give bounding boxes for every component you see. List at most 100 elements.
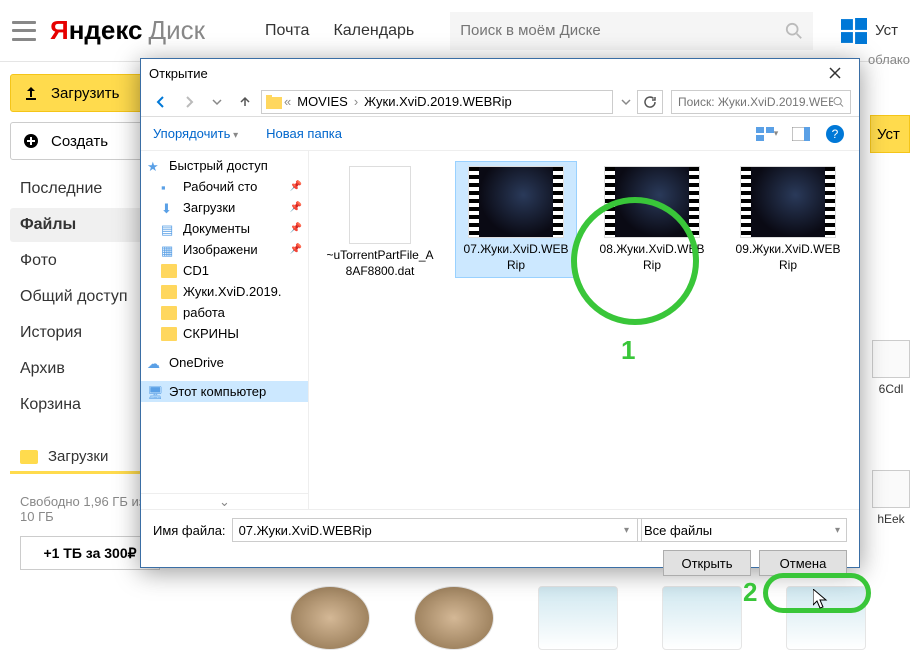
file-thumbnail bbox=[872, 470, 910, 508]
windows-icon[interactable] bbox=[841, 18, 867, 44]
thumbnails-icon bbox=[756, 127, 774, 141]
help-icon: ? bbox=[826, 125, 844, 143]
logo-y: Я bbox=[50, 15, 69, 46]
tree-onedrive[interactable]: ☁OneDrive bbox=[141, 352, 308, 373]
help-button[interactable]: ? bbox=[823, 122, 847, 146]
search-input[interactable] bbox=[460, 22, 785, 39]
dialog-body: ★Быстрый доступ ▪Рабочий сто📌 ⬇Загрузки📌… bbox=[141, 151, 859, 509]
file-thumb-6cdl[interactable]: 6Cdl bbox=[872, 340, 910, 396]
file-open-dialog: Открытие « MOVIES › Жуки.XviD.2019.WEBRi… bbox=[140, 58, 860, 568]
tree-pictures[interactable]: ▦Изображени📌 bbox=[141, 239, 308, 260]
upload-button[interactable]: Загрузить bbox=[10, 74, 160, 112]
filename-label: Имя файла: bbox=[153, 523, 226, 538]
organize-dropdown[interactable]: Упорядочить bbox=[153, 126, 238, 141]
upload-icon bbox=[23, 85, 39, 101]
preview-pane-button[interactable] bbox=[789, 122, 813, 146]
nav-mail[interactable]: Почта bbox=[265, 22, 309, 40]
yandex-disk-logo[interactable]: ЯндексДиск bbox=[50, 15, 205, 46]
desktop-icon: ▪ bbox=[161, 180, 177, 194]
pin-icon: 📌 bbox=[290, 244, 302, 255]
install-label[interactable]: Уст bbox=[875, 22, 898, 39]
filename-input[interactable] bbox=[232, 518, 642, 542]
annotation-number-2: 2 bbox=[743, 577, 757, 608]
tree-documents[interactable]: ▤Документы📌 bbox=[141, 218, 308, 239]
new-folder-button[interactable]: Новая папка bbox=[266, 126, 342, 141]
refresh-icon bbox=[643, 95, 657, 109]
nav-forward-button[interactable] bbox=[177, 90, 201, 114]
sidebar-item-recent[interactable]: Последние bbox=[10, 172, 160, 206]
file-item-dat[interactable]: ~uTorrentPartFile_A8AF8800.dat bbox=[319, 161, 441, 284]
open-button[interactable]: Открыть bbox=[663, 550, 751, 576]
sidebar-item-archive[interactable]: Архив bbox=[10, 352, 160, 386]
nav-up-button[interactable] bbox=[233, 90, 257, 114]
tree-this-pc[interactable]: 🖥Этот компьютер bbox=[141, 381, 308, 402]
pin-icon: 📌 bbox=[290, 223, 302, 234]
folder-icon bbox=[161, 264, 177, 278]
doc-icon: ▤ bbox=[161, 222, 177, 236]
close-button[interactable] bbox=[819, 61, 851, 85]
file-thumb-heek[interactable]: hEek bbox=[872, 470, 910, 526]
sidebar-item-photo[interactable]: Фото bbox=[10, 244, 160, 278]
plus-icon bbox=[23, 133, 39, 149]
filetype-value: Все файлы bbox=[644, 523, 712, 538]
file-thumbnail[interactable] bbox=[538, 586, 618, 650]
cancel-button[interactable]: Отмена bbox=[759, 550, 847, 576]
dialog-search-input[interactable] bbox=[678, 95, 833, 109]
hamburger-menu-icon[interactable] bbox=[12, 21, 36, 41]
upgrade-storage-button[interactable]: +1 ТБ за 300₽ bbox=[20, 536, 160, 570]
nav-calendar[interactable]: Календарь bbox=[333, 22, 414, 40]
chevron-icon: › bbox=[352, 94, 360, 109]
install-button-right[interactable]: Уст bbox=[870, 115, 910, 153]
sidebar-item-trash[interactable]: Корзина bbox=[10, 388, 160, 422]
file-list[interactable]: ~uTorrentPartFile_A8AF8800.dat 07.Жуки.X… bbox=[309, 151, 859, 509]
tree-desktop[interactable]: ▪Рабочий сто📌 bbox=[141, 176, 308, 197]
tree-quick-access[interactable]: ★Быстрый доступ bbox=[141, 155, 308, 176]
tree-downloads[interactable]: ⬇Загрузки📌 bbox=[141, 197, 308, 218]
sidebar-item-shared[interactable]: Общий доступ bbox=[10, 280, 160, 314]
file-item-09[interactable]: 09.Жуки.XviD.WEBRip bbox=[727, 161, 849, 278]
breadcrumb-seg1[interactable]: MOVIES bbox=[293, 94, 352, 109]
search-icon[interactable] bbox=[785, 22, 803, 40]
file-thumbnail[interactable] bbox=[414, 586, 494, 650]
file-item-08[interactable]: 08.Жуки.XviD.WEBRip bbox=[591, 161, 713, 278]
create-button[interactable]: Создать bbox=[10, 122, 160, 160]
sidebar-item-files[interactable]: Файлы bbox=[10, 208, 160, 242]
filetype-dropdown[interactable]: Все файлы▾ bbox=[637, 518, 847, 542]
annotation-number-1: 1 bbox=[621, 335, 635, 366]
file-thumbnail[interactable] bbox=[290, 586, 370, 650]
search-box[interactable] bbox=[450, 12, 813, 50]
arrow-left-icon bbox=[154, 95, 168, 109]
arrow-right-icon bbox=[182, 95, 196, 109]
cursor-icon bbox=[813, 589, 829, 609]
sidebar-item-history[interactable]: История bbox=[10, 316, 160, 350]
cloud-hint: облако bbox=[868, 52, 910, 67]
tree-zhuki[interactable]: Жуки.XviD.2019. bbox=[141, 281, 308, 302]
tree-rabota[interactable]: работа bbox=[141, 302, 308, 323]
nav-back-button[interactable] bbox=[149, 90, 173, 114]
star-icon: ★ bbox=[147, 159, 163, 173]
tree-expand[interactable]: ⌄ bbox=[141, 493, 308, 509]
tree-label: Этот компьютер bbox=[169, 384, 266, 399]
pane-icon bbox=[792, 127, 810, 141]
sidebar-downloads[interactable]: Загрузки bbox=[10, 442, 160, 474]
top-header: ЯндексДиск Почта Календарь Уст облако bbox=[0, 0, 910, 62]
sidebar-menu: Последние Файлы Фото Общий доступ Истори… bbox=[10, 172, 160, 422]
tree-cd1[interactable]: CD1 bbox=[141, 260, 308, 281]
file-name-label: 08.Жуки.XviD.WEBRip bbox=[596, 242, 708, 273]
file-thumbnail[interactable] bbox=[662, 586, 742, 650]
nav-recent-dropdown[interactable] bbox=[205, 90, 229, 114]
dialog-nav: « MOVIES › Жуки.XviD.2019.WEBRip bbox=[141, 87, 859, 117]
folder-tree[interactable]: ★Быстрый доступ ▪Рабочий сто📌 ⬇Загрузки📌… bbox=[141, 151, 309, 509]
video-thumbnail bbox=[740, 166, 836, 238]
chevron-down-icon[interactable] bbox=[621, 97, 631, 107]
search-icon[interactable] bbox=[833, 96, 844, 108]
breadcrumb[interactable]: « MOVIES › Жуки.XviD.2019.WEBRip bbox=[261, 90, 613, 114]
tree-skriny[interactable]: СКРИНЫ bbox=[141, 323, 308, 344]
dialog-search[interactable] bbox=[671, 90, 851, 114]
view-mode-button[interactable]: ▾ bbox=[755, 122, 779, 146]
breadcrumb-seg2[interactable]: Жуки.XviD.2019.WEBRip bbox=[360, 94, 516, 109]
dialog-titlebar: Открытие bbox=[141, 59, 859, 87]
refresh-button[interactable] bbox=[637, 90, 663, 114]
file-item-07[interactable]: 07.Жуки.XviD.WEBRip bbox=[455, 161, 577, 278]
folder-icon bbox=[161, 327, 177, 341]
